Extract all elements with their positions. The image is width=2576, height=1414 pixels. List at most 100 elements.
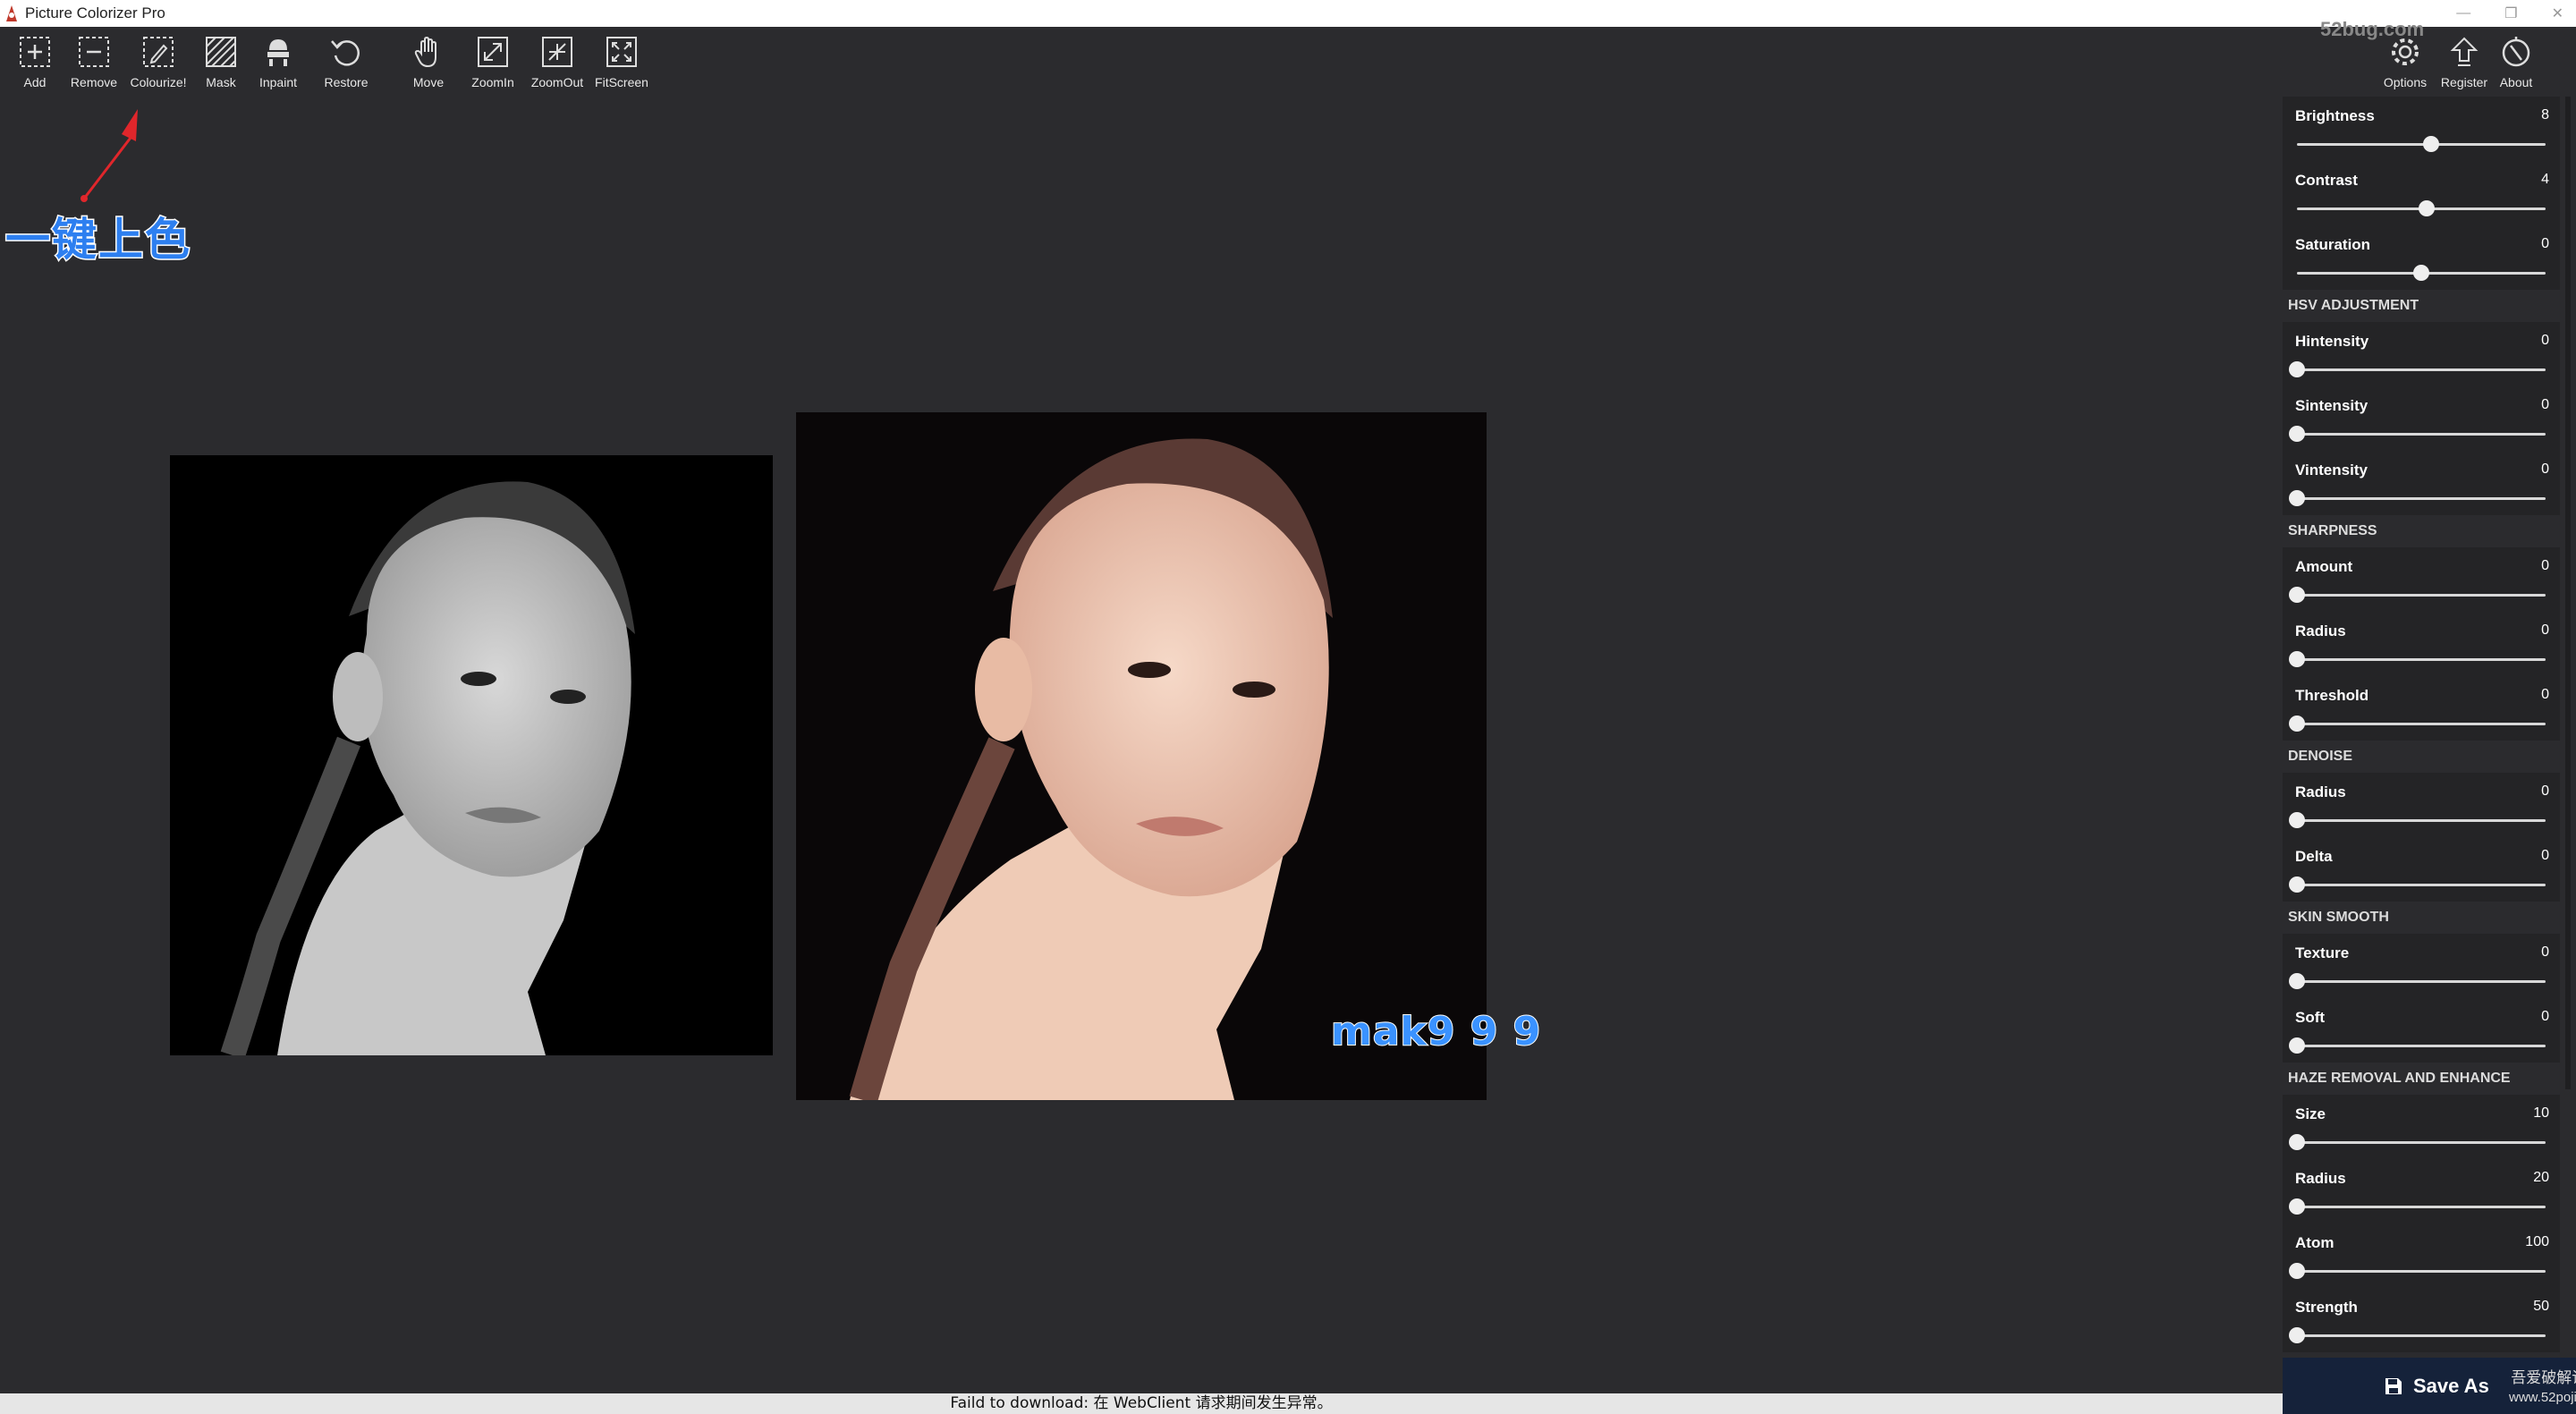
slider-track[interactable]	[2289, 587, 2546, 603]
colourize-label: Colourize!	[130, 75, 187, 89]
slider-track[interactable]	[2289, 812, 2546, 828]
remove-button[interactable]: Remove	[63, 34, 125, 89]
remove-icon	[79, 37, 109, 67]
about-button[interactable]: About	[2485, 34, 2547, 89]
slider-label: Hintensity	[2295, 333, 2369, 350]
mask-label: Mask	[206, 75, 236, 89]
move-button[interactable]: Move	[397, 34, 460, 89]
close-icon[interactable]: ✕	[2552, 4, 2563, 22]
inpaint-button[interactable]: Inpaint	[247, 34, 309, 89]
slider-thumb[interactable]	[2289, 876, 2305, 893]
slider-thumb[interactable]	[2423, 136, 2440, 152]
fit-screen-button[interactable]: FitScreen	[590, 34, 653, 89]
zoom-in-button[interactable]: ZoomIn	[462, 34, 524, 89]
slider-thumb[interactable]	[2289, 1263, 2305, 1279]
haze-removal-and-enhance-atom-slider-row: Atom 100	[2283, 1223, 2560, 1288]
slider-track[interactable]	[2297, 200, 2546, 216]
haze-removal-and-enhance-size-slider-row: Size 10	[2283, 1095, 2560, 1159]
slider-track[interactable]	[2289, 1037, 2546, 1054]
hand-icon	[414, 36, 436, 68]
annotation-arrow-icon	[80, 109, 138, 202]
window-title: Picture Colorizer Pro	[25, 4, 165, 21]
skin-smooth-texture-slider-row: Texture 0	[2283, 934, 2560, 998]
gear-icon	[2392, 38, 2419, 65]
about-label: About	[2499, 75, 2533, 89]
slider-thumb[interactable]	[2289, 1134, 2305, 1150]
slider-thumb[interactable]	[2289, 973, 2305, 989]
restore-button[interactable]: Restore	[315, 34, 377, 89]
colourize-button[interactable]: Colourize!	[127, 34, 190, 89]
mask-icon	[206, 37, 236, 67]
zoom-out-icon	[542, 37, 572, 67]
slider-thumb[interactable]	[2289, 1327, 2305, 1343]
forum-badge: 吾爱破解论坛 www.52pojie.cn	[2509, 1368, 2576, 1408]
colorized-photo[interactable]	[796, 412, 1487, 1100]
add-button[interactable]: Add	[4, 34, 66, 89]
zoom-out-label: ZoomOut	[530, 75, 584, 89]
zoom-out-button[interactable]: ZoomOut	[526, 34, 589, 89]
slider-thumb[interactable]	[2289, 587, 2305, 603]
slider-value: 10	[2533, 1105, 2549, 1121]
options-label: Options	[2383, 75, 2428, 89]
slider-thumb[interactable]	[2289, 1037, 2305, 1054]
app-logo-icon	[6, 5, 17, 21]
slider-label: Saturation	[2295, 236, 2371, 253]
slider-label: Soft	[2295, 1009, 2326, 1026]
slider-thumb[interactable]	[2289, 361, 2305, 377]
slider-label: Atom	[2295, 1234, 2334, 1251]
haze-removal-and-enhance-radius-slider-row: Radius 20	[2283, 1159, 2560, 1223]
app-window: Picture Colorizer Pro — ❐ ✕ 52bug.com Ad…	[0, 0, 2576, 1414]
slider-thumb[interactable]	[2289, 490, 2305, 506]
minimize-icon[interactable]: —	[2456, 5, 2470, 21]
section-title-sharpness: SHARPNESS	[2288, 523, 2377, 538]
slider-track[interactable]	[2289, 1263, 2546, 1279]
slider-track[interactable]	[2289, 973, 2546, 989]
slider-track[interactable]	[2289, 876, 2546, 893]
slider-track[interactable]	[2289, 715, 2546, 732]
portrait-grayscale-image	[170, 455, 773, 1055]
slider-label: Vintensity	[2295, 461, 2368, 478]
slider-thumb[interactable]	[2289, 1198, 2305, 1215]
options-button[interactable]: Options	[2374, 34, 2436, 89]
slider-track[interactable]	[2289, 1198, 2546, 1215]
slider-value: 100	[2525, 1234, 2549, 1249]
slider-value: 0	[2541, 783, 2549, 799]
slider-label: Radius	[2295, 783, 2346, 800]
slider-label: Radius	[2295, 1170, 2346, 1187]
scrollbar-thumb[interactable]	[2565, 97, 2571, 1089]
slider-thumb[interactable]	[2289, 812, 2305, 828]
slider-track[interactable]	[2297, 265, 2546, 281]
mask-button[interactable]: Mask	[190, 34, 252, 89]
hsv-adjustment-hintensity-slider-row: Hintensity 0	[2283, 322, 2560, 386]
slider-thumb[interactable]	[2289, 715, 2305, 732]
fit-screen-icon	[606, 37, 637, 67]
original-photo[interactable]	[170, 455, 773, 1055]
slider-value: 0	[2541, 558, 2549, 573]
toolbar: Add Remove Colourize! Mask Inpaint Resto…	[0, 27, 2576, 97]
slider-label: Contrast	[2295, 172, 2358, 189]
title-bar: Picture Colorizer Pro — ❐ ✕	[0, 0, 2576, 27]
panel-scrollbar[interactable]	[2563, 97, 2572, 1362]
slider-thumb[interactable]	[2289, 426, 2305, 442]
basic-saturation-slider-row: Saturation 0	[2283, 225, 2560, 290]
slider-label: Sintensity	[2295, 397, 2368, 414]
denoise-radius-slider-row: Radius 0	[2283, 773, 2560, 837]
restore-icon	[331, 40, 360, 66]
slider-track[interactable]	[2289, 426, 2546, 442]
slider-track[interactable]	[2289, 1134, 2546, 1150]
slider-track[interactable]	[2289, 490, 2546, 506]
slider-thumb[interactable]	[2289, 651, 2305, 667]
section-title-hsv-adjustment: HSV ADJUSTMENT	[2288, 298, 2419, 313]
slider-value: 0	[2541, 944, 2549, 960]
sharpness-radius-slider-row: Radius 0	[2283, 612, 2560, 676]
slider-value: 0	[2541, 333, 2549, 348]
slider-thumb[interactable]	[2413, 265, 2429, 281]
slider-track[interactable]	[2297, 136, 2546, 152]
maximize-icon[interactable]: ❐	[2504, 4, 2517, 22]
basic-adjustments: Brightness 8 Contrast 4 Saturation 0	[2283, 97, 2560, 290]
slider-value: 0	[2541, 687, 2549, 702]
slider-track[interactable]	[2289, 1327, 2546, 1343]
slider-thumb[interactable]	[2418, 200, 2435, 216]
slider-track[interactable]	[2289, 651, 2546, 667]
slider-track[interactable]	[2289, 361, 2546, 377]
